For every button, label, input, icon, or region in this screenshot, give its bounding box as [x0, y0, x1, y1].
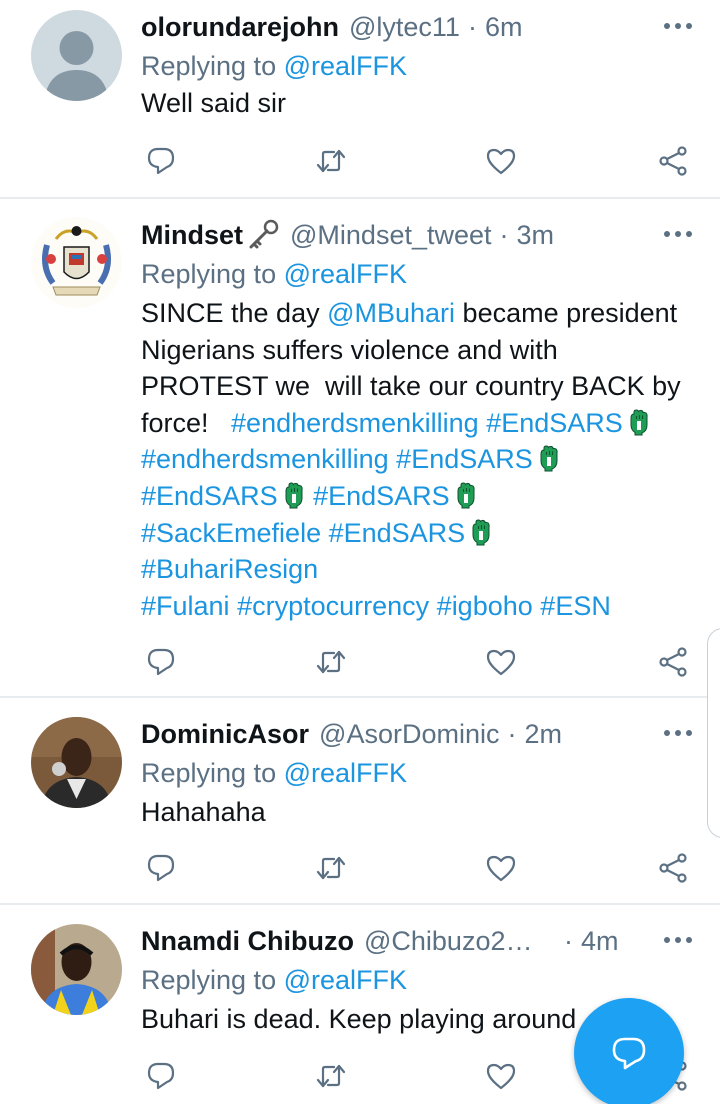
hashtag-link[interactable]: #ESN: [540, 591, 611, 621]
replying-to-line: Replying to @realFFK: [141, 755, 696, 791]
mention-link[interactable]: @MBuhari: [327, 298, 455, 328]
like-icon[interactable]: [481, 1056, 521, 1096]
hashtag-link[interactable]: #cryptocurrency: [237, 591, 429, 621]
raised-fist-emoji: [627, 407, 651, 437]
more-options-icon[interactable]: [660, 11, 696, 41]
hashtag-link[interactable]: #EndSARS: [396, 444, 533, 474]
share-icon[interactable]: [653, 141, 693, 181]
timestamp[interactable]: 3m: [517, 218, 555, 252]
replying-mention[interactable]: @realFFK: [284, 965, 407, 995]
display-name[interactable]: olorundarejohn: [141, 10, 339, 44]
replying-label: Replying to: [141, 758, 277, 788]
tweet-mindset[interactable]: Mindset @Mindset_tweet · 3m Replying to …: [0, 199, 720, 696]
reply-icon[interactable]: [141, 642, 181, 682]
compose-reply-button[interactable]: [574, 998, 684, 1104]
avatar[interactable]: [31, 924, 122, 1015]
tweet-text: SINCE the day @MBuhari became president …: [141, 295, 689, 624]
reply-icon[interactable]: [141, 848, 181, 888]
display-name[interactable]: Nnamdi Chibuzo: [141, 924, 354, 958]
tweet-header: olorundarejohn @lytec11 · 6m: [141, 8, 696, 46]
replying-label: Replying to: [141, 259, 277, 289]
replying-mention[interactable]: @realFFK: [284, 758, 407, 788]
separator-dot: ·: [499, 220, 509, 250]
compose-reply-icon: [612, 1037, 646, 1070]
retweet-icon[interactable]: [311, 848, 351, 888]
share-icon[interactable]: [653, 642, 693, 682]
text-part: SINCE the day: [141, 298, 328, 328]
hashtag-link[interactable]: #EndSARS: [141, 481, 278, 511]
hashtag-link[interactable]: #igboho: [437, 591, 533, 621]
like-icon[interactable]: [481, 141, 521, 181]
timestamp[interactable]: 4m: [581, 924, 619, 958]
hashtag-link[interactable]: #SackEmefiele: [141, 518, 321, 548]
tweet-olorundarejohn[interactable]: olorundarejohn @lytec11 · 6m Replying to…: [0, 0, 720, 198]
like-icon[interactable]: [481, 642, 521, 682]
share-icon[interactable]: [653, 848, 693, 888]
avatar[interactable]: [31, 717, 122, 808]
retweet-icon[interactable]: [311, 141, 351, 181]
hashtag-link[interactable]: #endherdsmenkilling: [231, 408, 479, 438]
timestamp[interactable]: 2m: [524, 717, 562, 751]
raised-fist-emoji: [537, 443, 561, 473]
separator-dot: ·: [563, 926, 573, 956]
edge-panel-handle[interactable]: [707, 628, 720, 838]
user-handle[interactable]: @lytec11: [349, 10, 460, 44]
retweet-icon[interactable]: [311, 642, 351, 682]
avatar[interactable]: [31, 217, 122, 308]
reply-icon[interactable]: [141, 141, 181, 181]
user-handle[interactable]: @AsorDominic: [319, 717, 499, 751]
replying-to-line: Replying to @realFFK: [141, 962, 696, 998]
hashtag-link[interactable]: #BuhariResign: [141, 554, 318, 584]
replying-label: Replying to: [141, 965, 277, 995]
more-options-icon[interactable]: [660, 925, 696, 955]
display-name[interactable]: DominicAsor: [141, 717, 309, 751]
replying-mention[interactable]: @realFFK: [284, 51, 407, 81]
replying-to-line: Replying to @realFFK: [141, 256, 696, 292]
retweet-icon[interactable]: [311, 1056, 351, 1096]
tweet-header: DominicAsor @AsorDominic · 2m: [141, 715, 696, 753]
old-key-icon: [244, 218, 280, 252]
timestamp[interactable]: 6m: [485, 10, 523, 44]
hashtag-link[interactable]: #EndSARS: [329, 518, 466, 548]
replying-mention[interactable]: @realFFK: [284, 259, 407, 289]
separator-dot: ·: [467, 12, 477, 42]
like-icon[interactable]: [481, 848, 521, 888]
user-handle[interactable]: @Chibuzo2C...: [364, 924, 542, 958]
more-options-icon[interactable]: [660, 219, 696, 249]
avatar[interactable]: [31, 10, 122, 101]
hashtag-link[interactable]: #EndSARS: [486, 408, 623, 438]
hashtag-link[interactable]: #EndSARS: [313, 481, 450, 511]
more-options-icon[interactable]: [660, 718, 696, 748]
replying-label: Replying to: [141, 51, 277, 81]
tweet-text: Hahahaha: [141, 797, 266, 827]
display-name[interactable]: Mindset: [141, 218, 243, 252]
user-handle[interactable]: @Mindset_tweet: [290, 218, 492, 252]
tweet-header: Mindset @Mindset_tweet · 3m: [141, 216, 696, 254]
raised-fist-emoji: [454, 480, 478, 510]
hashtag-link[interactable]: #endherdsmenkilling: [141, 444, 389, 474]
reply-icon[interactable]: [141, 1056, 181, 1096]
tweet-dominicasor[interactable]: DominicAsor @AsorDominic · 2m Replying t…: [0, 698, 720, 903]
hashtag-link[interactable]: #Fulani: [141, 591, 230, 621]
raised-fist-emoji: [282, 480, 306, 510]
replying-to-line: Replying to @realFFK: [141, 48, 696, 84]
separator-dot: ·: [507, 719, 517, 749]
tweet-header: Nnamdi Chibuzo @Chibuzo2C... · 4m: [141, 922, 696, 960]
raised-fist-emoji: [469, 517, 493, 547]
tweet-text: Well said sir: [141, 88, 287, 118]
